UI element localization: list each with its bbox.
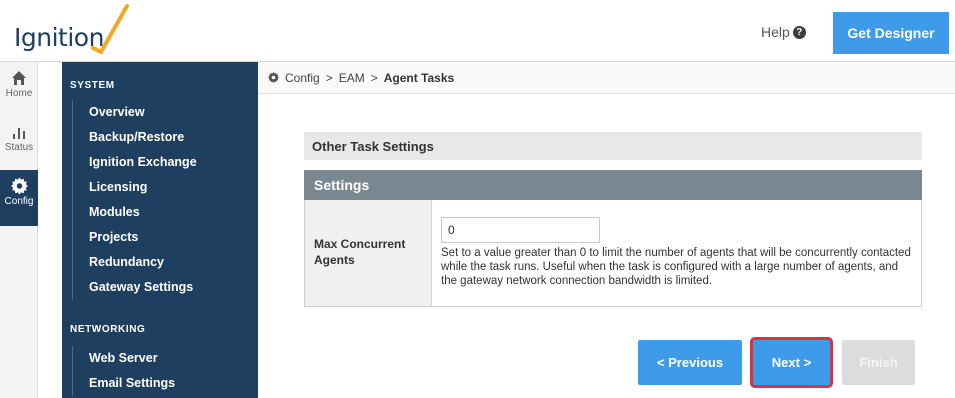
home-icon: [12, 71, 26, 85]
sidebar-section-networking: NETWORKING: [70, 324, 146, 335]
rail-item-config[interactable]: Config: [0, 170, 38, 226]
finish-button: Finish: [842, 340, 915, 385]
help-link[interactable]: Help ?: [761, 24, 806, 40]
max-concurrent-agents-input[interactable]: [441, 217, 600, 243]
breadcrumb-eam[interactable]: EAM: [339, 71, 365, 85]
settings-header: Settings: [304, 170, 922, 200]
sidebar-item-backup-restore[interactable]: Backup/Restore: [73, 125, 197, 150]
sidebar-item-ignition-exchange[interactable]: Ignition Exchange: [73, 150, 197, 175]
icon-rail: Home Status Config: [0, 62, 38, 398]
help-label: Help: [761, 24, 790, 40]
rail-item-status[interactable]: Status: [0, 116, 38, 170]
breadcrumb: Config > EAM > Agent Tasks: [258, 62, 955, 94]
sidebar-item-email-settings[interactable]: Email Settings: [73, 371, 175, 396]
gear-icon: [268, 72, 279, 83]
sidebar-group-system: Overview Backup/Restore Ignition Exchang…: [72, 100, 197, 300]
rail-label-config: Config: [4, 196, 34, 207]
config-sidebar: SYSTEM Overview Backup/Restore Ignition …: [62, 62, 258, 398]
sidebar-item-projects[interactable]: Projects: [73, 225, 197, 250]
settings-row: Max Concurrent Agents Set to a value gre…: [304, 200, 922, 307]
sidebar-item-overview[interactable]: Overview: [73, 100, 197, 125]
other-task-settings-title: Other Task Settings: [304, 132, 922, 160]
rail-label-status: Status: [4, 142, 34, 153]
field-description: Set to a value greater than 0 to limit t…: [441, 247, 911, 287]
get-designer-button[interactable]: Get Designer: [833, 12, 949, 54]
breadcrumb-separator: >: [370, 70, 378, 85]
breadcrumb-config[interactable]: Config: [285, 71, 320, 85]
rail-label-home: Home: [5, 88, 33, 99]
sidebar-section-system: SYSTEM: [70, 80, 115, 91]
next-button[interactable]: Next >: [753, 340, 830, 385]
gear-icon: [10, 177, 28, 195]
rail-item-home[interactable]: Home: [0, 62, 38, 116]
previous-button[interactable]: < Previous: [638, 340, 742, 385]
sidebar-group-networking: Web Server Email Settings: [72, 346, 175, 396]
breadcrumb-separator: >: [325, 70, 333, 85]
breadcrumb-current: Agent Tasks: [383, 70, 455, 85]
question-circle-icon: ?: [792, 25, 806, 39]
ignition-logo[interactable]: Ignition: [14, 4, 129, 54]
sidebar-item-modules[interactable]: Modules: [73, 200, 197, 225]
sidebar-item-gateway-settings[interactable]: Gateway Settings: [73, 275, 197, 300]
logo-swoosh-icon: [91, 4, 129, 54]
top-header: Ignition Help ? Get Designer: [0, 0, 955, 62]
bar-chart-icon: [13, 128, 25, 139]
max-concurrent-agents-label: Max Concurrent Agents: [305, 200, 432, 306]
sidebar-item-web-server[interactable]: Web Server: [73, 346, 175, 371]
sidebar-item-redundancy[interactable]: Redundancy: [73, 250, 197, 275]
sidebar-item-licensing[interactable]: Licensing: [73, 175, 197, 200]
